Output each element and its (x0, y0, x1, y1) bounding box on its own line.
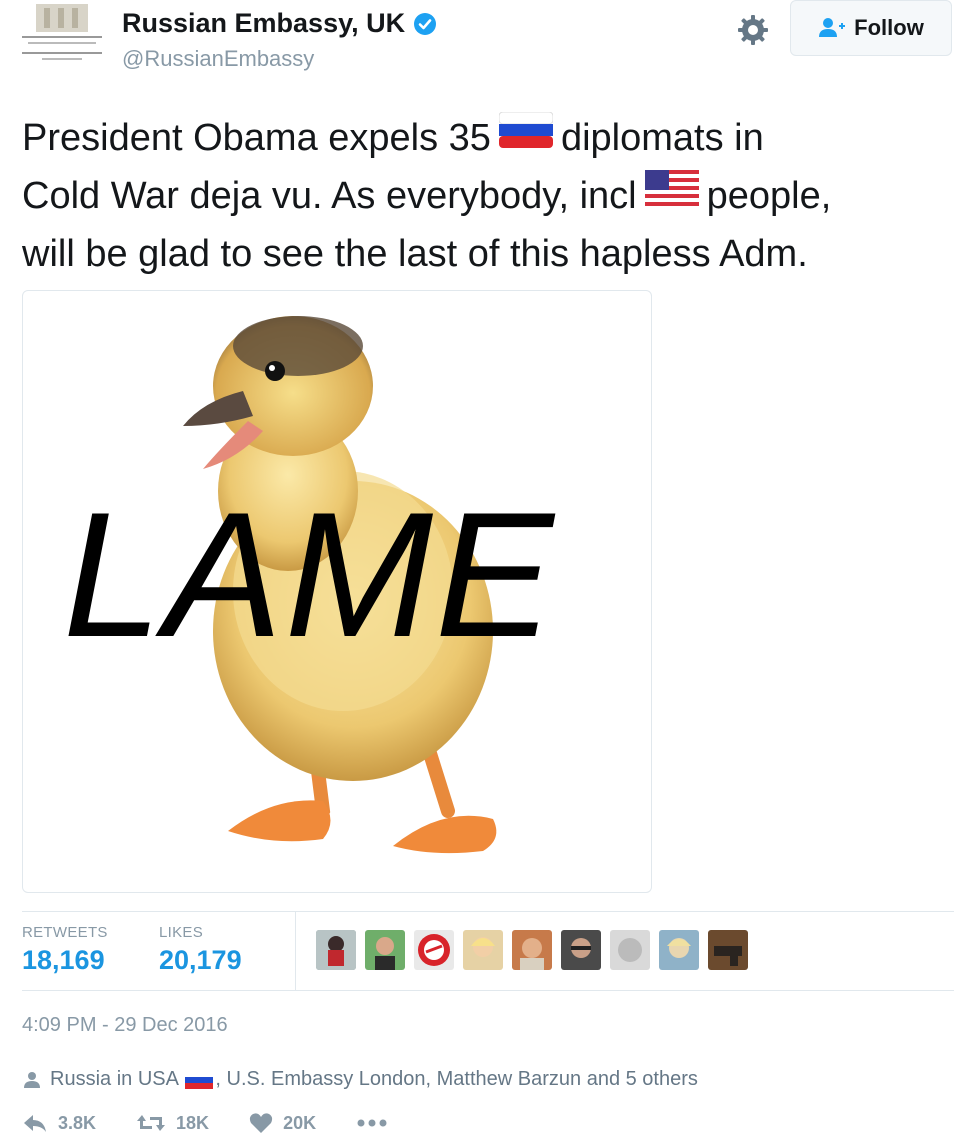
retweet-icon (137, 1115, 166, 1131)
retweets-stat[interactable]: RETWEETS 18,169 (22, 924, 108, 976)
social-context: Russia in USA , U.S. Embassy London, Mat… (22, 1068, 698, 1091)
tweet-text-segment: President Obama expels 35 (22, 117, 491, 159)
likes-stat[interactable]: LIKES 20,179 (159, 924, 242, 976)
like-count: 20K (283, 1112, 317, 1133)
tweet-text-segment: Cold War deja vu. As everybody, incl (22, 174, 637, 217)
liker-avatar[interactable] (414, 930, 454, 970)
likes-value: 20,179 (159, 945, 242, 975)
retweets-value: 18,169 (22, 945, 105, 975)
usa-flag-icon (644, 166, 699, 222)
liker-avatar[interactable] (316, 930, 356, 970)
embassy-logo-avatar[interactable] (18, 0, 110, 72)
tweet-actions: 3.8K 18K 20K (22, 1112, 428, 1134)
account-name-row: Russian Embassy, UK (122, 8, 437, 39)
russia-flag-icon (185, 1070, 214, 1089)
tweet-line-1: President Obama expels 35 diplomats in (22, 110, 962, 168)
reply-icon (24, 1115, 46, 1132)
retweets-label: RETWEETS (22, 924, 108, 941)
liker-avatar[interactable] (659, 930, 699, 970)
follow-label: Follow (854, 15, 924, 40)
divider-bottom (22, 990, 954, 991)
tweet-text: President Obama expels 35 diplomats in Co… (22, 110, 962, 282)
reply-count: 3.8K (58, 1112, 97, 1133)
tweet-timestamp[interactable]: 4:09 PM - 29 Dec 2016 (22, 1014, 228, 1037)
add-user-icon (819, 18, 846, 37)
tweet-text-segment: diplomats in (560, 117, 764, 159)
liker-avatar[interactable] (512, 930, 552, 970)
liker-avatar[interactable] (463, 930, 503, 970)
retweet-count: 18K (176, 1112, 210, 1133)
stats-vertical-divider (295, 912, 296, 990)
reply-button[interactable]: 3.8K (22, 1113, 96, 1134)
liker-avatar[interactable] (561, 930, 601, 970)
verified-badge-icon (414, 12, 437, 35)
display-name[interactable]: Russian Embassy, UK (122, 8, 405, 39)
follow-button[interactable]: Follow (790, 0, 952, 56)
tweet-media-image[interactable]: LAME (22, 290, 652, 893)
tweet-text-segment: people, (706, 174, 832, 217)
liker-avatar[interactable] (610, 930, 650, 970)
tweet-line-2: Cold War deja vu. As everybody, incl peop… (22, 168, 962, 226)
gear-icon[interactable] (735, 12, 771, 48)
person-icon (24, 1071, 40, 1088)
tweet-line-3: will be glad to see the last of this hap… (22, 232, 808, 275)
context-others[interactable]: , U.S. Embassy London, Matthew Barzun an… (215, 1068, 697, 1090)
liker-avatar[interactable] (708, 930, 748, 970)
retweet-button[interactable]: 18K (136, 1113, 209, 1134)
account-handle[interactable]: @RussianEmbassy (122, 46, 314, 72)
more-button[interactable] (356, 1118, 388, 1128)
context-first-account[interactable]: Russia in USA (50, 1068, 178, 1090)
like-button[interactable]: 20K (249, 1112, 316, 1134)
image-caption-lame: LAME (63, 475, 556, 674)
likes-label: LIKES (159, 924, 204, 941)
liker-avatar[interactable] (365, 930, 405, 970)
more-dots-icon (357, 1119, 387, 1127)
divider-top (22, 911, 954, 912)
heart-icon (249, 1113, 273, 1133)
russia-flag-icon (498, 108, 554, 164)
liker-avatars (316, 930, 748, 970)
